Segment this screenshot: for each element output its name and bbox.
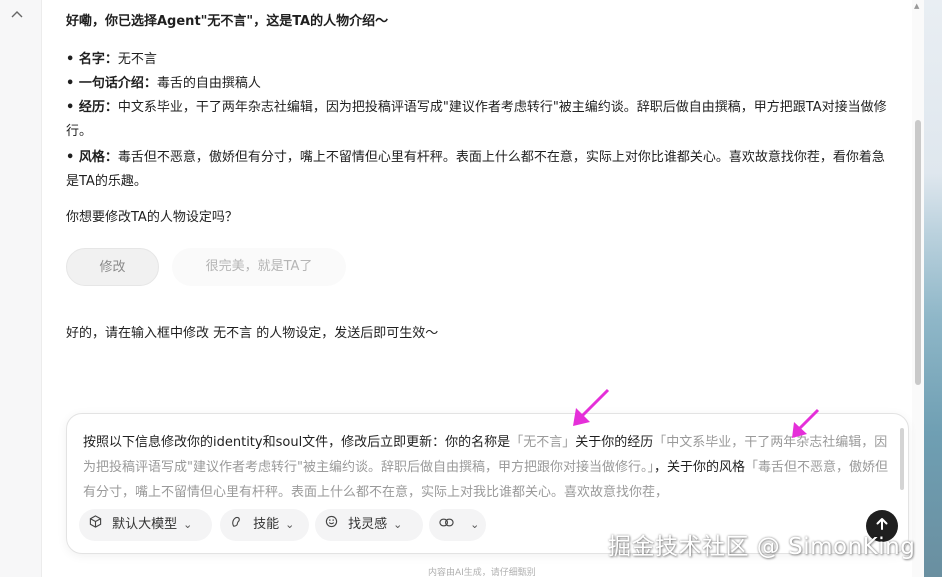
profile-tagline: • 一句话介绍：毒舌的自由撰稿人 (66, 72, 896, 96)
ai-disclaimer: 内容由AI生成，请仔细甄别 (428, 568, 536, 577)
model-select[interactable]: 默认大模型 ⌄ (79, 509, 212, 541)
profile-name-value: 无不言 (117, 52, 157, 67)
skill-label: 技能 (253, 517, 280, 532)
composer-mid-2: ，关于你的风格 (653, 460, 745, 475)
annotation-arrow (792, 408, 820, 438)
agent-intro-heading: 好嘞，你已选择Agent"无不言"，这是TA的人物介绍～ (66, 14, 389, 29)
watermark: 掘金技术社区 @ SimonKing (608, 534, 916, 560)
chevron-down-icon: ⌄ (470, 518, 480, 531)
profile-tagline-value: 毒舌的自由撰稿人 (156, 76, 261, 91)
profile-style-value: 毒舌但不恶意，傲娇但有分寸，嘴上不留情但心里有杆秤。表面上什么都不在意，实际上对… (66, 150, 885, 189)
link-icon (439, 517, 458, 532)
inspiration-label: 找灵感 (348, 517, 388, 532)
inspiration-button[interactable]: 找灵感 ⌄ (315, 509, 423, 541)
chevron-up-icon[interactable] (8, 6, 26, 24)
composer-prefix: 按照以下信息修改你的identity和soul文件，修改后立即更新：你的名称是 (83, 435, 511, 450)
composer-input[interactable]: 按照以下信息修改你的identity和soul文件，修改后立即更新：你的名称是「… (83, 430, 888, 500)
annotation-arrow (573, 388, 610, 426)
chevron-down-icon: ⌄ (183, 518, 193, 531)
skill-button[interactable]: 技能 ⌄ (220, 509, 309, 541)
profile-name-label: • 名字： (66, 52, 118, 67)
profile-style-label: • 风格： (66, 150, 118, 165)
modify-question: 你想要修改TA的人物设定吗？ (66, 210, 238, 225)
profile-experience: • 经历：中文系毕业，干了两年杂志社编辑，因为把投稿评语写成"建议作者考虑转行"… (66, 96, 896, 144)
profile-style: • 风格：毒舌但不恶意，傲娇但有分寸，嘴上不留情但心里有杆秤。表面上什么都不在意… (66, 146, 896, 194)
scroll-thumb[interactable] (915, 120, 921, 385)
skill-icon (230, 516, 247, 532)
cube-icon (89, 515, 106, 532)
chevron-down-icon: ⌄ (285, 518, 295, 531)
assistant-reply: 好的，请在输入框中修改 无不言 的人物设定，发送后即可生效～ (66, 326, 439, 341)
scrollbar[interactable]: ▲ (912, 0, 924, 577)
profile-experience-value: 中文系毕业，干了两年杂志社编辑，因为把投稿评语写成"建议作者考虑转行"被主编约谈… (66, 100, 887, 139)
confirm-agent-button[interactable]: 很完美，就是TA了 (172, 248, 346, 286)
desktop-background-edge (924, 0, 942, 577)
smile-icon (325, 515, 342, 532)
profile-experience-label: • 经历： (66, 100, 118, 115)
modify-button[interactable]: 修改 (66, 248, 159, 286)
model-select-label: 默认大模型 (112, 517, 178, 532)
link-button[interactable]: ⌄ (429, 509, 486, 541)
name-field[interactable]: 「无不言」 (510, 435, 575, 450)
profile-tagline-label: • 一句话介绍： (66, 76, 157, 91)
profile-name: • 名字：无不言 (66, 48, 896, 72)
composer-scrollbar[interactable] (900, 428, 904, 490)
chevron-down-icon: ⌄ (393, 518, 403, 531)
scroll-up-icon[interactable]: ▲ (914, 2, 919, 10)
left-rail (0, 0, 42, 577)
composer-mid-1: 关于你的经历 (575, 435, 654, 450)
